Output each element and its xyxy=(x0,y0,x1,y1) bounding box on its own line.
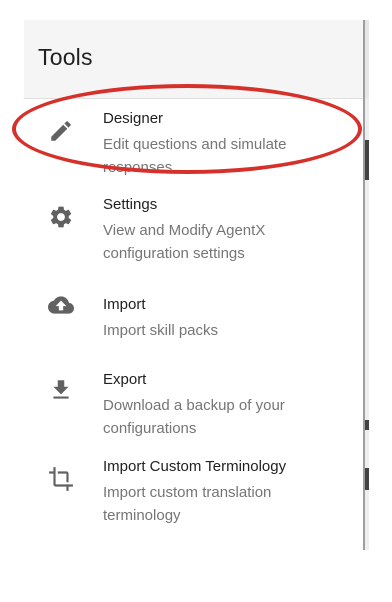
menu-item-export[interactable]: Export Download a backup of your configu… xyxy=(24,371,363,437)
background-mark xyxy=(365,140,369,180)
drawer-title: Tools xyxy=(38,44,93,70)
background-app-edge xyxy=(363,20,369,550)
menu-item-import-custom-terminology[interactable]: Import Custom Terminology Import custom … xyxy=(24,458,363,524)
gear-icon xyxy=(48,204,74,230)
tools-drawer: Tools Designer Edit questions and simula… xyxy=(24,20,363,560)
menu-item-label: Designer xyxy=(103,110,164,127)
menu-item-label: Import xyxy=(103,296,146,313)
header-divider xyxy=(24,98,363,99)
menu-item-description: Import skill packs xyxy=(103,322,219,339)
download-icon xyxy=(48,377,74,403)
menu-item-designer[interactable]: Designer Edit questions and simulate res… xyxy=(24,110,363,176)
menu-item-label: Import Custom Terminology xyxy=(103,458,287,475)
cloud-upload-icon xyxy=(48,292,74,318)
pencil-icon xyxy=(48,118,74,144)
menu-item-settings[interactable]: Settings View and Modify AgentX configur… xyxy=(24,196,363,262)
crop-icon xyxy=(48,466,74,492)
menu-item-description: View and Modify AgentX configuration set… xyxy=(103,222,266,262)
background-mark xyxy=(365,468,369,490)
menu-item-description: Download a backup of your configurations xyxy=(103,397,285,437)
drawer-header: Tools xyxy=(24,20,363,98)
menu-item-description: Edit questions and simulate responses xyxy=(103,136,287,176)
background-mark xyxy=(365,420,369,430)
menu-item-description: Import custom translation terminology xyxy=(103,484,272,524)
menu-item-label: Settings xyxy=(103,196,158,213)
menu-item-label: Export xyxy=(103,371,147,388)
menu-item-import[interactable]: Import Import skill packs xyxy=(24,296,363,340)
